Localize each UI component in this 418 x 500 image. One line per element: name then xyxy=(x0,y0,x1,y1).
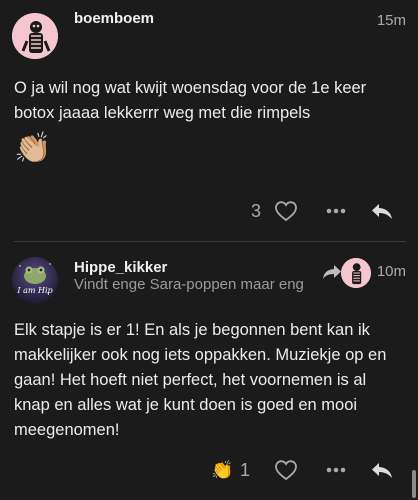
frog-avatar-icon xyxy=(12,257,58,303)
post-actions: 3 xyxy=(0,196,410,226)
post-timestamp[interactable]: 15m xyxy=(377,12,406,29)
avatar-caption: I am Hip xyxy=(17,286,53,295)
reply-to-avatar[interactable] xyxy=(341,258,371,288)
more-icon[interactable] xyxy=(322,455,350,485)
user-title: Vindt enge Sara-poppen maar eng xyxy=(74,276,304,293)
username[interactable]: Hippe_kikker xyxy=(74,259,167,276)
avatar[interactable]: I am Hip xyxy=(12,257,58,303)
heart-icon[interactable] xyxy=(272,455,300,485)
clapping-reaction-icon[interactable]: 👏 xyxy=(211,455,233,485)
reply-icon[interactable] xyxy=(368,196,396,226)
post-actions: 👏 1 xyxy=(0,455,410,485)
post-boemboem: boemboem 15m O ja wil nog wat kwijt woen… xyxy=(0,0,410,241)
like-count[interactable]: 3 xyxy=(251,196,261,226)
skeleton-avatar-icon xyxy=(12,13,58,59)
reaction-count[interactable]: 1 xyxy=(240,455,250,485)
reply-icon[interactable] xyxy=(368,455,396,485)
post-hippe-kikker: I am Hip Hippe_kikker Vindt enge Sara-po… xyxy=(0,242,410,500)
more-icon[interactable] xyxy=(322,196,350,226)
post-body: Elk stapje is er 1! En als je begonnen b… xyxy=(14,321,387,439)
topic-stream: boemboem 15m O ja wil nog wat kwijt woen… xyxy=(0,0,418,500)
post-body: O ja wil nog wat kwijt woensdag voor de … xyxy=(14,79,367,122)
username[interactable]: boemboem xyxy=(74,10,154,27)
skeleton-avatar-icon xyxy=(341,258,371,288)
heart-icon[interactable] xyxy=(272,196,300,226)
clapping-hands-emoji: 👏🏼 xyxy=(14,132,52,165)
scrollbar[interactable] xyxy=(412,470,416,498)
post-timestamp[interactable]: 10m xyxy=(377,263,406,280)
avatar[interactable] xyxy=(12,13,58,59)
